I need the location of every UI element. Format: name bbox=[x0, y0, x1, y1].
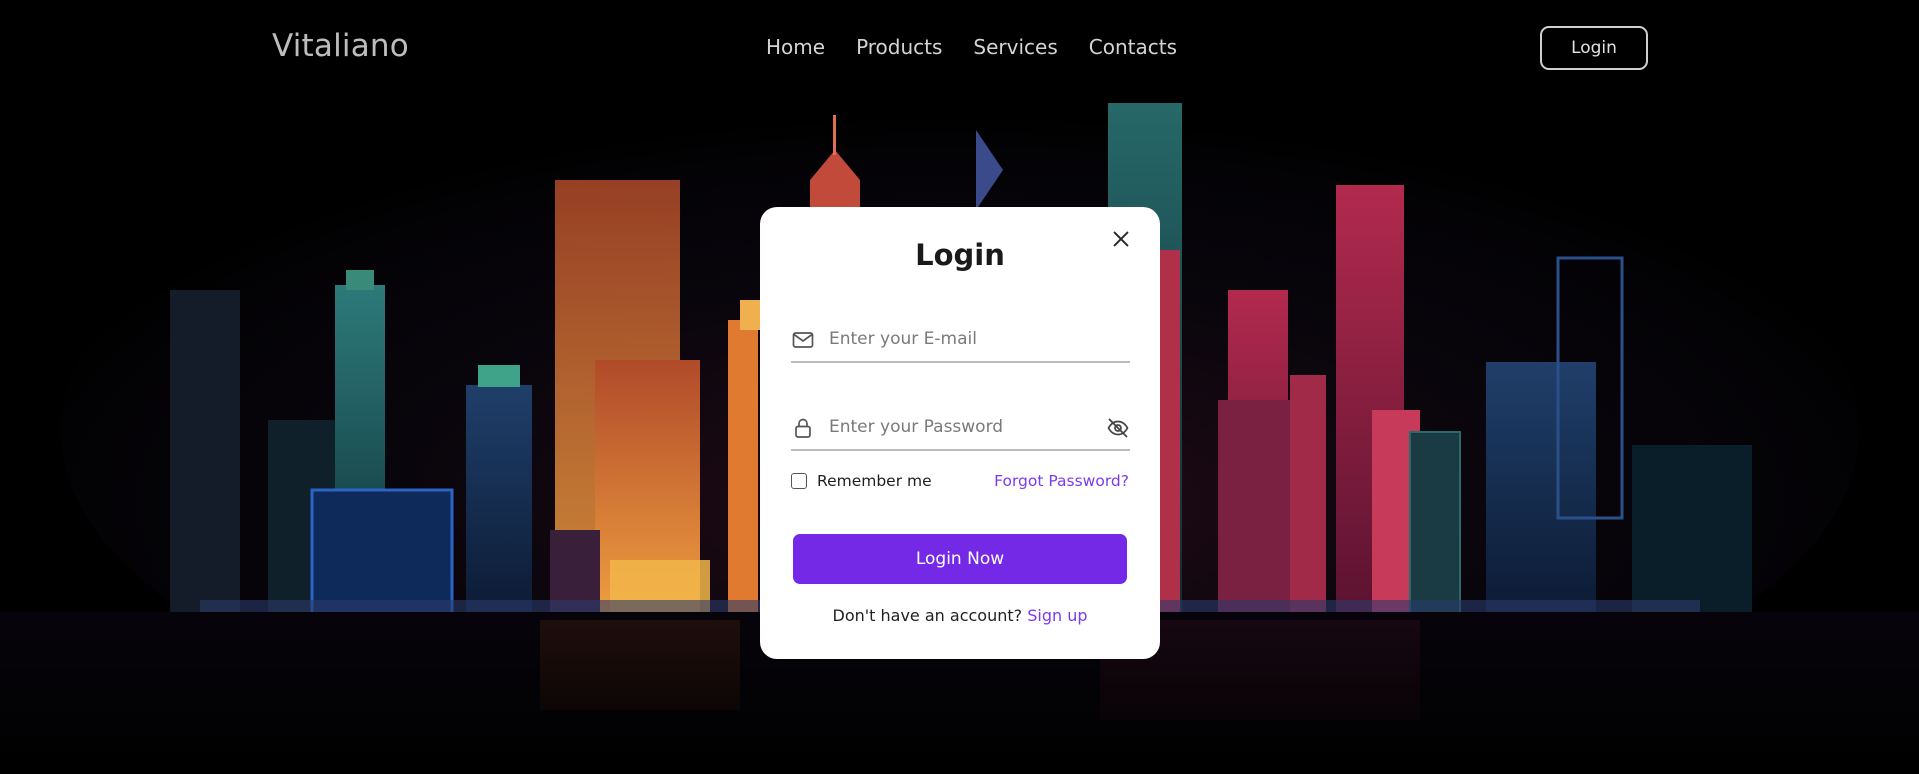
header-login-button[interactable]: Login bbox=[1540, 26, 1648, 70]
lock-icon bbox=[795, 418, 811, 438]
signup-prompt-line: Don't have an account? Sign up bbox=[760, 606, 1160, 625]
email-input[interactable] bbox=[829, 325, 1089, 353]
forgot-password-link[interactable]: Forgot Password? bbox=[994, 472, 1129, 490]
eye-off-icon[interactable] bbox=[1106, 416, 1130, 440]
email-field bbox=[791, 317, 1130, 363]
password-field bbox=[791, 405, 1130, 451]
main-nav: Home Products Services Contacts bbox=[766, 35, 1177, 59]
modal-title: Login bbox=[915, 238, 1005, 272]
signup-prompt-text: Don't have an account? bbox=[832, 606, 1023, 625]
mail-icon bbox=[792, 332, 814, 348]
password-input[interactable] bbox=[829, 413, 1089, 441]
remember-me-label: Remember me bbox=[817, 472, 932, 490]
remember-me: Remember me bbox=[791, 472, 932, 490]
login-modal: Login Remember me Forgot Password? Login… bbox=[760, 207, 1160, 659]
signup-link[interactable]: Sign up bbox=[1027, 606, 1087, 625]
nav-item-contacts[interactable]: Contacts bbox=[1089, 35, 1177, 59]
nav-item-home[interactable]: Home bbox=[766, 35, 825, 59]
nav-item-services[interactable]: Services bbox=[973, 35, 1057, 59]
top-navbar: Vitaliano Home Products Services Contact… bbox=[0, 0, 1919, 96]
login-now-button[interactable]: Login Now bbox=[793, 534, 1127, 584]
remember-me-checkbox[interactable] bbox=[791, 473, 807, 489]
nav-item-products[interactable]: Products bbox=[856, 35, 942, 59]
brand-logo[interactable]: Vitaliano bbox=[272, 28, 409, 64]
